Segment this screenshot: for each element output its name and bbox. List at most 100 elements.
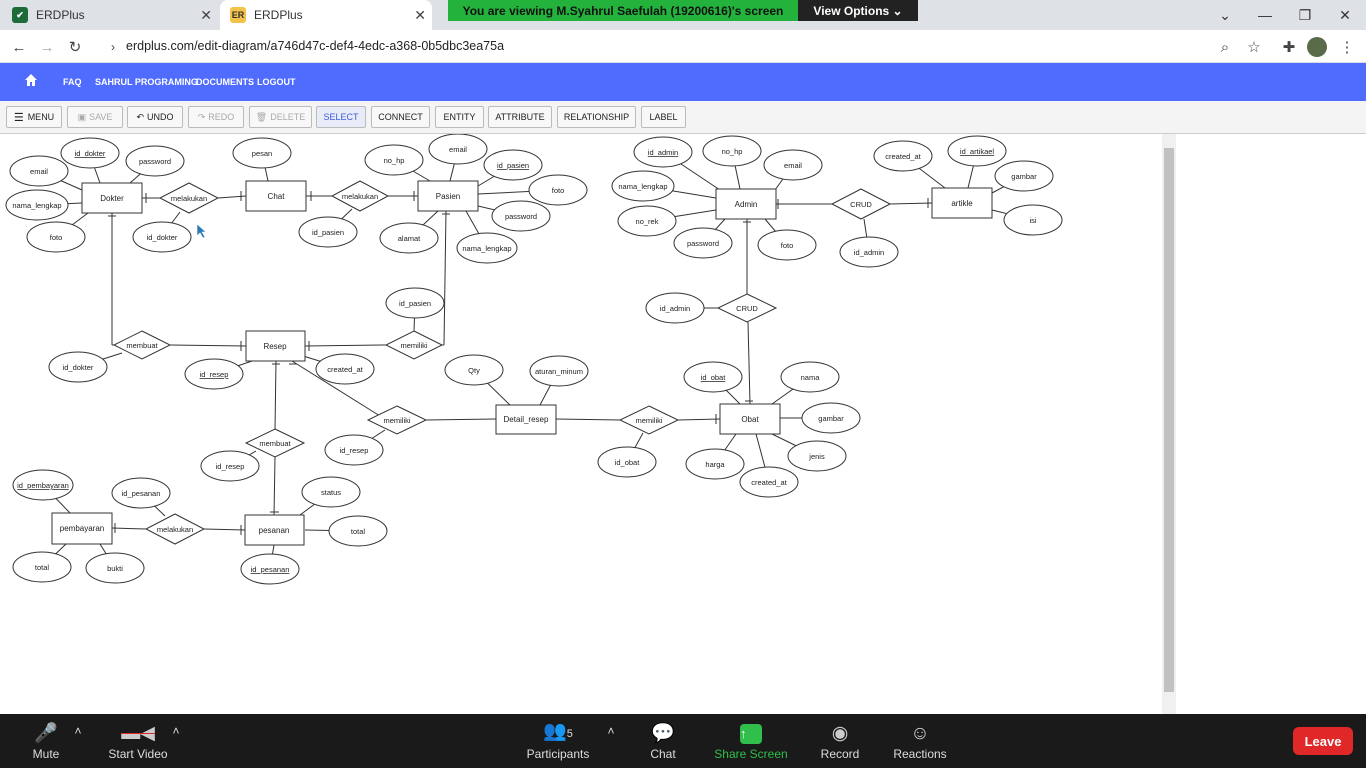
rel-memiliki-resep-detail[interactable]: memiliki	[366, 405, 428, 435]
close-window-icon[interactable]: ✕	[1325, 0, 1365, 30]
attr-id-artikael[interactable]: id_artikael	[947, 135, 1007, 167]
attr-email-pasien[interactable]: email	[428, 134, 488, 165]
attr-email-admin[interactable]: email	[763, 149, 823, 181]
attr-id-pesanan[interactable]: id_pesanan	[240, 553, 300, 585]
attr-email[interactable]: email	[9, 155, 69, 187]
attr-id-admin-obat[interactable]: id_admin	[645, 292, 705, 324]
diagram-canvas[interactable]: id_dokter password email nama_lengkap fo…	[0, 134, 1162, 714]
attr-pesan[interactable]: pesan	[232, 137, 292, 169]
attr-id-pembayaran[interactable]: id_pembayaran	[12, 469, 74, 501]
select-button[interactable]: SELECT	[316, 106, 366, 128]
attr-created-at-obat[interactable]: created_at	[739, 466, 799, 498]
redo-button[interactable]: ↷ REDO	[188, 106, 244, 128]
undo-button[interactable]: ↶ UNDO	[127, 106, 183, 128]
rel-membuat-resep-pesanan[interactable]: membuat	[244, 428, 306, 458]
entity-pasien[interactable]: Pasien	[417, 180, 479, 212]
attr-gambar[interactable]: gambar	[801, 402, 861, 434]
mute-button[interactable]: 🎤 Mute	[26, 714, 66, 768]
view-options-button[interactable]: View Options ⌄	[798, 0, 918, 21]
reload-icon[interactable]: ↻	[64, 36, 86, 58]
restore-icon[interactable]: ❐	[1285, 0, 1325, 30]
tab-search-icon[interactable]: ⌄	[1205, 0, 1245, 30]
back-icon[interactable]: ←	[8, 36, 30, 58]
attr-total-pembayaran[interactable]: total	[12, 551, 72, 583]
browser-tab-2[interactable]: ER ERDPlus ✕	[220, 0, 432, 30]
connect-button[interactable]: CONNECT	[371, 106, 430, 128]
attr-nama-lengkap[interactable]: nama_lengkap	[5, 189, 69, 221]
start-video-button[interactable]: ▬◀ Start Video	[104, 714, 172, 768]
forward-icon[interactable]: →	[36, 36, 58, 58]
attr-id-dokter-resep[interactable]: id_dokter	[48, 351, 108, 383]
entity-resep[interactable]: Resep	[245, 330, 306, 362]
entity-pesanan[interactable]: pesanan	[244, 514, 305, 546]
entity-dokter[interactable]: Dokter	[81, 182, 143, 214]
close-tab-icon[interactable]: ✕	[414, 7, 426, 24]
more-menu-icon[interactable]: ⋮	[1336, 36, 1358, 58]
save-button[interactable]: ▣ SAVE	[67, 106, 123, 128]
attr-bukti[interactable]: bukti	[85, 552, 145, 584]
delete-button[interactable]: 🗑 DELETE	[249, 106, 312, 128]
attr-no-hp[interactable]: no_hp	[364, 144, 424, 176]
attr-aturan-minum[interactable]: aturan_minum	[529, 355, 589, 387]
attr-password-admin[interactable]: password	[673, 227, 733, 259]
entity-button[interactable]: ENTITY	[435, 106, 484, 128]
url-field[interactable]: erdplus.com/edit-diagram/a746d47c-def4-4…	[126, 39, 504, 53]
rel-crud-admin-obat[interactable]: CRUD	[716, 293, 778, 323]
attr-created-at-artikle[interactable]: created_at	[873, 140, 933, 172]
bookmark-star-icon[interactable]: ☆	[1243, 36, 1265, 58]
attr-no-rek[interactable]: no_rek	[617, 205, 677, 237]
attr-id-dokter[interactable]: id_dokter	[60, 137, 120, 169]
leave-button[interactable]: Leave	[1293, 727, 1353, 755]
attr-id-resep-pesanan[interactable]: id_resep	[200, 450, 260, 482]
record-button[interactable]: ◉ Record	[818, 714, 862, 768]
attr-id-dokter-fk[interactable]: id_dokter	[132, 221, 192, 253]
attr-foto[interactable]: foto	[26, 221, 86, 253]
attr-total-pesanan[interactable]: total	[328, 515, 388, 547]
attr-jenis[interactable]: jenis	[787, 440, 847, 472]
rel-melakukan-pembayaran-pesanan[interactable]: melakukan	[144, 513, 206, 545]
attr-qty[interactable]: Qty	[444, 354, 504, 386]
attr-id-obat-detail[interactable]: id_obat	[597, 446, 657, 478]
attr-harga[interactable]: harga	[685, 448, 745, 480]
attr-isi[interactable]: isi	[1003, 204, 1063, 236]
browser-tab-1[interactable]: ✔ ERDPlus ✕	[0, 0, 218, 30]
attr-id-pasien[interactable]: id_pasien	[483, 149, 543, 181]
attr-password-pasien[interactable]: password	[491, 200, 551, 232]
attr-no-hp-admin[interactable]: no_hp	[702, 135, 762, 167]
nav-logout[interactable]: LOGOUT	[257, 77, 296, 87]
chat-button[interactable]: 💬 Chat	[643, 714, 683, 768]
video-options-chevron-icon[interactable]: ˄	[168, 714, 184, 768]
attr-nama-lengkap-pasien[interactable]: nama_lengkap	[456, 232, 518, 264]
extensions-icon[interactable]: ✚	[1278, 36, 1300, 58]
entity-artikle[interactable]: artikle	[931, 187, 993, 219]
participants-button[interactable]: 👥5 Participants	[523, 714, 593, 768]
rel-membuat-dokter-resep[interactable]: membuat	[112, 330, 172, 360]
attr-id-admin-artikle[interactable]: id_admin	[839, 236, 899, 268]
minimize-icon[interactable]: —	[1245, 0, 1285, 30]
vertical-scrollbar[interactable]	[1162, 134, 1176, 714]
attr-id-resep[interactable]: id_resep	[184, 358, 244, 390]
attr-id-pesanan-fk[interactable]: id_pesanan	[111, 477, 171, 509]
attr-id-pasien-resep[interactable]: id_pasien	[385, 287, 445, 319]
attr-nama-lengkap-admin[interactable]: nama_lengkap	[611, 170, 675, 202]
nav-documents[interactable]: DOCUMENTS	[196, 77, 254, 87]
entity-admin[interactable]: Admin	[715, 188, 777, 220]
entity-detail-resep[interactable]: Detail_resep	[495, 404, 557, 435]
profile-avatar[interactable]	[1307, 37, 1327, 57]
participants-chevron-icon[interactable]: ˄	[603, 714, 619, 768]
attr-id-pasien-chat[interactable]: id_pasien	[298, 216, 358, 248]
rel-crud-admin-artikle[interactable]: CRUD	[830, 188, 892, 220]
zoom-icon[interactable]: ⌕	[1214, 36, 1236, 58]
attr-id-obat[interactable]: id_obat	[683, 361, 743, 393]
attr-foto-admin[interactable]: foto	[757, 229, 817, 261]
reactions-button[interactable]: ☺ Reactions	[890, 714, 950, 768]
scrollbar-thumb[interactable]	[1164, 148, 1174, 692]
entity-obat[interactable]: Obat	[719, 403, 781, 435]
attr-status[interactable]: status	[301, 476, 361, 508]
share-screen-button[interactable]: ↑ Share Screen	[714, 714, 788, 768]
attr-id-admin[interactable]: id_admin	[633, 136, 693, 168]
label-button[interactable]: LABEL	[641, 106, 686, 128]
attr-nama[interactable]: nama	[780, 361, 840, 393]
entity-pembayaran[interactable]: pembayaran	[51, 512, 113, 545]
attr-gambar-artikle[interactable]: gambar	[994, 160, 1054, 192]
